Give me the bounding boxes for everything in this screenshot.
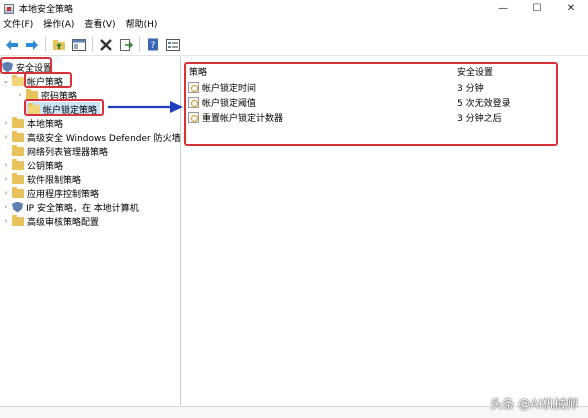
back-button[interactable] <box>4 37 20 53</box>
tree-item-software-restriction[interactable]: › 软件限制策略 <box>2 172 81 186</box>
toolbar: ? <box>0 34 588 56</box>
policy-setting: 3 分钟 <box>457 83 484 94</box>
tree-item-label: 本地策略 <box>27 119 64 130</box>
menu-bar: 文件(F) 操作(A) 查看(V) 帮助(H) <box>0 17 588 34</box>
expanded-chevron-icon[interactable]: ⌄ <box>2 77 10 85</box>
tree-item-local-policies[interactable]: › 本地策略 <box>2 116 63 130</box>
policy-item-icon <box>188 96 199 108</box>
maximize-button[interactable]: ☐ <box>520 0 554 17</box>
folder-icon <box>12 116 24 128</box>
ip-security-icon <box>12 201 23 213</box>
show-hide-tree-button[interactable] <box>71 37 87 53</box>
collapsed-chevron-icon[interactable]: › <box>2 217 10 225</box>
menu-help[interactable]: 帮助(H) <box>121 17 163 34</box>
column-header-policy[interactable]: 策略 <box>189 65 207 78</box>
folder-icon <box>12 158 24 170</box>
app-icon <box>4 3 14 14</box>
collapsed-chevron-icon[interactable]: › <box>2 161 10 169</box>
list-item[interactable]: 重置帐户锁定计数器 3 分钟之后 <box>188 110 588 124</box>
title-bar: 本地安全策略 — ☐ ✕ <box>0 0 588 17</box>
policy-name: 重置帐户锁定计数器 <box>202 113 284 124</box>
watermark-text: 头条 @AI机械师 <box>490 397 578 411</box>
tree-item-label: 高级安全 Windows Defender 防火墙 <box>27 133 181 144</box>
policy-item-icon <box>188 81 199 93</box>
tree-item-public-key-policies[interactable]: › 公钥策略 <box>2 158 63 172</box>
close-button[interactable]: ✕ <box>554 0 588 17</box>
properties-button[interactable] <box>165 37 181 53</box>
collapsed-chevron-icon[interactable]: › <box>2 133 10 141</box>
collapsed-chevron-icon[interactable]: › <box>2 119 10 127</box>
policy-list-pane[interactable]: 策略 安全设置 帐户锁定时间 3 分钟 帐户锁定阈值 5 次无效登录 重置帐户锁… <box>182 57 588 406</box>
up-folder-button[interactable] <box>51 37 67 53</box>
delete-x-icon <box>100 38 112 51</box>
folder-icon <box>12 130 24 142</box>
folder-icon <box>12 172 24 184</box>
open-folder-icon <box>12 74 24 86</box>
annotation-arrow-icon <box>108 101 183 113</box>
list-item[interactable]: 帐户锁定阈值 5 次无效登录 <box>188 95 588 109</box>
console-tree-icon <box>72 38 86 51</box>
tree-item-label: 公钥策略 <box>27 161 64 172</box>
toolbar-separator <box>45 37 46 52</box>
collapsed-chevron-icon[interactable]: › <box>2 175 10 183</box>
help-button[interactable]: ? <box>145 37 161 53</box>
policy-setting: 5 次无效登录 <box>457 98 511 109</box>
menu-action[interactable]: 操作(A) <box>38 17 79 34</box>
window-controls: — ☐ ✕ <box>486 0 588 17</box>
collapsed-chevron-icon[interactable]: › <box>2 189 10 197</box>
tree-item-label: IP 安全策略，在 本地计算机 <box>26 203 139 214</box>
help-book-icon: ? <box>148 38 158 51</box>
tree-item-application-control[interactable]: › 应用程序控制策略 <box>2 186 99 200</box>
tree-item-ip-security[interactable]: › IP 安全策略，在 本地计算机 <box>2 200 139 214</box>
toolbar-separator <box>92 37 93 52</box>
forward-arrow-icon <box>26 39 38 50</box>
menu-view[interactable]: 查看(V) <box>79 17 120 34</box>
properties-icon <box>166 38 180 51</box>
highlight-box-lockout-policy <box>24 99 104 116</box>
policy-name: 帐户锁定阈值 <box>202 98 257 109</box>
folder-icon <box>12 214 24 226</box>
policy-item-icon <box>188 111 199 123</box>
tree-item-advanced-audit[interactable]: › 高级审核策略配置 <box>2 214 99 228</box>
menu-file[interactable]: 文件(F) <box>0 17 38 34</box>
back-arrow-icon <box>6 39 18 50</box>
toolbar-separator <box>139 37 140 52</box>
folder-icon <box>12 144 24 156</box>
delete-button[interactable] <box>98 37 114 53</box>
svg-text:?: ? <box>151 41 156 51</box>
tree-item-defender-firewall[interactable]: › 高级安全 Windows Defender 防火墙 <box>2 130 181 144</box>
tree-item-network-list-manager[interactable]: 网络列表管理器策略 <box>2 144 108 158</box>
forward-button[interactable] <box>24 37 40 53</box>
tree-item-label: 网络列表管理器策略 <box>27 147 109 158</box>
list-item[interactable]: 帐户锁定时间 3 分钟 <box>188 80 588 94</box>
minimize-button[interactable]: — <box>486 0 520 17</box>
tree-item-label: 应用程序控制策略 <box>27 189 100 200</box>
highlight-box-account-policies <box>24 72 72 88</box>
up-folder-icon <box>53 39 65 50</box>
tree-item-label: 软件限制策略 <box>27 175 82 186</box>
collapsed-chevron-icon[interactable]: › <box>16 91 24 99</box>
export-list-button[interactable] <box>118 37 134 53</box>
column-header-setting[interactable]: 安全设置 <box>457 65 493 78</box>
tree-item-label: 高级审核策略配置 <box>27 217 100 228</box>
policy-setting: 3 分钟之后 <box>457 113 502 124</box>
export-list-icon <box>120 38 133 51</box>
window-title: 本地安全策略 <box>19 5 74 15</box>
policy-name: 帐户锁定时间 <box>202 83 257 94</box>
collapsed-chevron-icon[interactable]: › <box>2 203 10 211</box>
folder-icon <box>12 186 24 198</box>
